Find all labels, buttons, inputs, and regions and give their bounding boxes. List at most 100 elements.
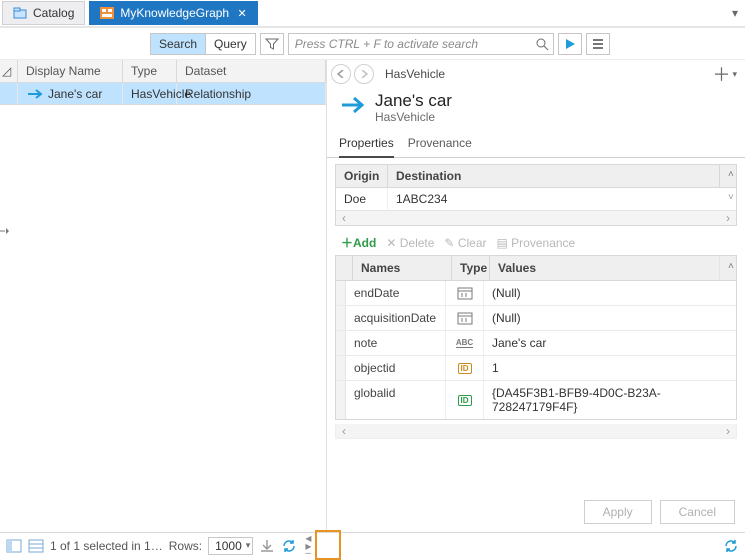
origin-destination-table: Origin Destination ˄ Doe 1ABC234 ˅ ‹› [335,164,737,226]
entity-subtitle: HasVehicle [375,110,452,124]
download-icon[interactable] [259,539,275,553]
delete-button: ✕ Delete [386,236,434,250]
add-button[interactable]: ＋Add [341,234,376,251]
col-origin[interactable]: Origin [336,165,388,187]
cell-type: HasVehicle [123,83,177,104]
search-query-segment: Search Query [150,33,256,55]
table-row[interactable]: Jane's car HasVehicle Relationship [0,83,326,105]
prop-value: (Null) [484,306,736,330]
tab-kg-label: MyKnowledgeGraph [120,6,229,20]
tab-overflow-icon[interactable]: ▾ [725,6,745,20]
clear-button: ✎ Clear [444,236,486,250]
arrow-left-icon [337,70,345,78]
nav-forward[interactable] [354,64,374,84]
col-destination[interactable]: Destination [388,165,719,187]
menu-button[interactable] [586,33,610,55]
type-icon [446,306,484,330]
tab-properties[interactable]: Properties [339,132,394,158]
tutorial-highlight [315,530,341,560]
search-input[interactable]: Press CTRL + F to activate search [288,33,554,55]
grid-corner[interactable]: ◿ [0,60,18,82]
provenance-button: ▤ Provenance [497,236,576,250]
tab-catalog[interactable]: Catalog [2,1,85,25]
property-row[interactable]: noteABCJane's car [336,331,736,356]
close-icon[interactable]: ✕ [235,7,249,20]
arrow-right-icon [360,70,368,78]
rows-dropdown[interactable]: 1000 ▾ [208,537,253,555]
rows-label: Rows: [169,539,202,553]
scroll-up-icon[interactable]: ˄ [719,165,736,187]
segment-query[interactable]: Query [206,34,255,54]
col-display-name[interactable]: Display Name [18,60,123,82]
rows-value: 1000 [215,539,242,553]
type-icon: ID [446,381,484,419]
prop-name: objectid [346,356,446,380]
prop-name: globalid [346,381,446,419]
detail-header: HasVehicle ＋ ▾ [327,60,745,88]
grid-header: ◿ Display Name Type Dataset [0,60,326,83]
col-type[interactable]: Type [452,256,490,280]
detail-tabs: Properties Provenance [327,128,745,158]
property-row[interactable]: acquisitionDate (Null) [336,306,736,331]
type-icon: ID [446,356,484,380]
entity-heading: Jane's car HasVehicle [327,88,745,128]
property-row[interactable]: objectidID1 [336,356,736,381]
apply-cancel-row: Apply Cancel [327,492,745,532]
play-icon [564,38,576,50]
prop-value: (Null) [484,281,736,305]
chevron-down-icon: ▾ [246,540,251,551]
results-grid: ◿ Display Name Type Dataset Jane's car H… [0,60,327,532]
property-row[interactable]: globalidID{DA45F3B1-BFB9-4D0C-B23A-72824… [336,381,736,419]
hamburger-icon [591,38,605,50]
od-row[interactable]: Doe 1ABC234 ˅ [336,188,736,210]
h-scrollbar[interactable]: ‹› [336,210,736,225]
prop-value: 1 [484,356,736,380]
tab-bar: Catalog MyKnowledgeGraph ✕ ▾ [0,0,745,28]
type-icon [446,281,484,305]
table-icon[interactable] [28,539,44,553]
prop-name: endDate [346,281,446,305]
entity-title: Jane's car [375,92,452,110]
tab-catalog-label: Catalog [33,6,74,20]
scroll-up-icon[interactable]: ˄ [719,256,736,280]
type-icon: ABC [446,331,484,355]
refresh-icon[interactable] [723,539,739,553]
breadcrumb: HasVehicle [385,67,445,81]
refresh-icon[interactable] [281,539,297,553]
relationship-icon [339,92,365,118]
status-bar: 1 of 1 selected in 1… Rows: 1000 ▾ ◂▸– [0,532,745,558]
tab-provenance[interactable]: Provenance [408,132,472,157]
col-dataset[interactable]: Dataset [177,60,326,82]
relationship-icon [26,88,44,100]
segment-search[interactable]: Search [151,34,206,54]
prop-value: Jane's car [484,331,736,355]
property-toolbar: ＋Add ✕ Delete ✎ Clear ▤ Provenance [327,226,745,255]
expand-collapse-stepper[interactable]: ◂▸– [305,534,311,558]
col-values[interactable]: Values [490,256,719,280]
scroll-down-icon[interactable]: ˅ [720,188,736,210]
tab-knowledge-graph[interactable]: MyKnowledgeGraph ✕ [89,1,258,25]
run-button[interactable] [558,33,582,55]
prop-value: {DA45F3B1-BFB9-4D0C-B23A-728247179F4F} [484,381,736,419]
cell-origin: Doe [336,188,388,210]
nav-back[interactable] [331,64,351,84]
property-row[interactable]: endDate (Null) [336,281,736,306]
splitter-handle[interactable] [0,226,10,236]
add-icon[interactable]: ＋ [712,61,730,87]
h-scrollbar[interactable]: ‹› [335,424,737,439]
col-type[interactable]: Type [123,60,177,82]
search-toolbar: Search Query Press CTRL + F to activate … [0,28,745,60]
apply-button[interactable]: Apply [584,500,652,524]
detail-pane: HasVehicle ＋ ▾ Jane's car HasVehicle Pro… [327,60,745,532]
filter-button[interactable] [260,33,284,55]
search-placeholder: Press CTRL + F to activate search [295,37,535,51]
prop-name: acquisitionDate [346,306,446,330]
col-names[interactable]: Names [352,256,452,280]
view-mode-icon[interactable] [6,539,22,553]
cancel-button[interactable]: Cancel [660,500,735,524]
cell-destination: 1ABC234 [388,188,720,210]
chevron-down-icon[interactable]: ▾ [732,69,737,80]
cell-dataset: Relationship [177,83,326,104]
search-icon [535,37,549,51]
prop-name: note [346,331,446,355]
